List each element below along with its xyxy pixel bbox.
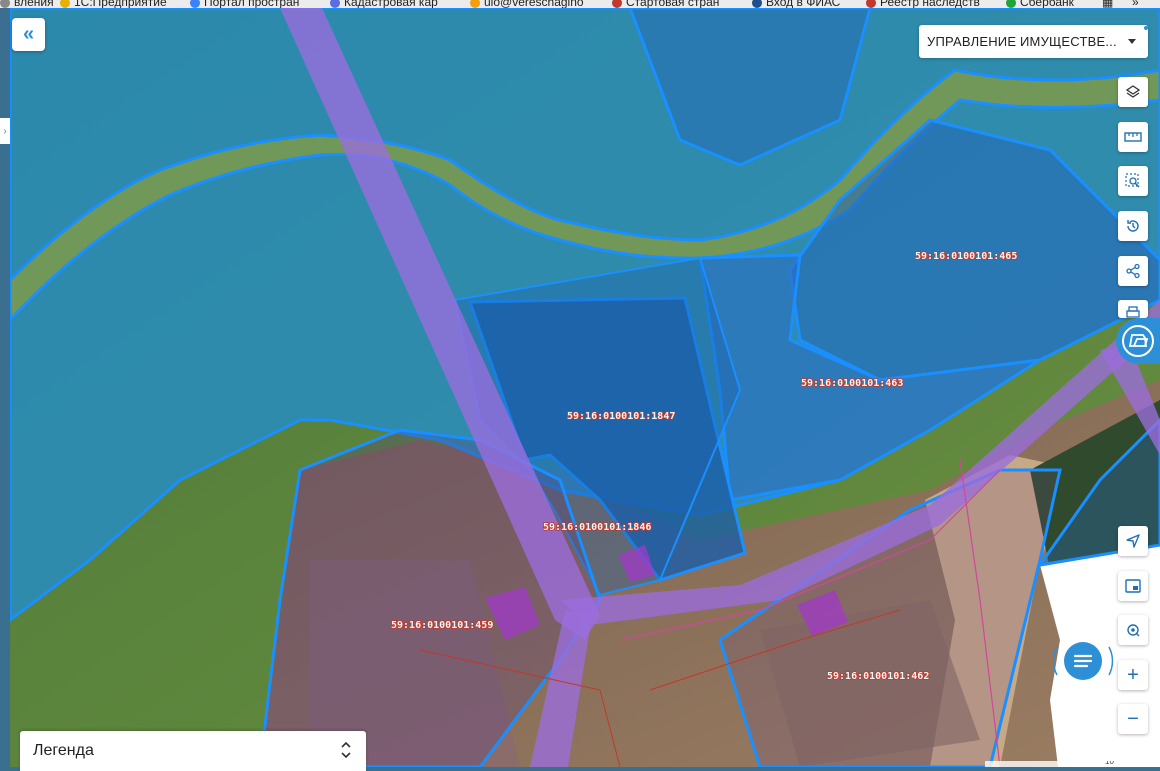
- document-logo-icon: [1122, 325, 1154, 357]
- bookmark-item[interactable]: ulo@vereschagino: [470, 0, 584, 8]
- locate-button[interactable]: [1118, 615, 1148, 645]
- bookmark-item[interactable]: 1С:Предприятие: [60, 0, 167, 8]
- parcel-label: 59:16:0100101:1847: [567, 411, 675, 422]
- organization-select[interactable]: УПРАВЛЕНИЕ ИМУЩЕСТВЕ...: [919, 25, 1148, 58]
- chat-button[interactable]: [1051, 629, 1115, 693]
- plus-icon: +: [1127, 663, 1139, 686]
- bookmark-icon: [190, 0, 200, 8]
- parcel-label: 59:16:0100101:462: [827, 671, 929, 682]
- documents-panel-button[interactable]: [1116, 318, 1160, 364]
- chevrons-left-icon: «: [22, 23, 35, 45]
- map-canvas[interactable]: 59:16:0100101:465 59:16:0100101:463 59:1…: [10, 8, 1160, 767]
- bookmark-item[interactable]: Сбербанк: [1006, 0, 1074, 8]
- parcel-label: 59:16:0100101:463: [801, 378, 903, 389]
- bookmark-item[interactable]: Вход в ФИАС: [752, 0, 840, 8]
- bookmark-item[interactable]: Стартовая стран: [612, 0, 719, 8]
- parcel-label: 59:16:0100101:1846: [543, 522, 651, 533]
- zoom-out-button[interactable]: −: [1118, 704, 1148, 734]
- map-svg: 59:16:0100101:465 59:16:0100101:463 59:1…: [10, 8, 1160, 767]
- chat-icon: [1052, 637, 1114, 685]
- bookmark-icon: [470, 0, 480, 8]
- history-button[interactable]: [1118, 211, 1148, 241]
- status-dot: [1144, 26, 1148, 30]
- bookmark-icon: [866, 0, 876, 8]
- ruler-button[interactable]: [1118, 122, 1148, 152]
- bookmark-item[interactable]: Реестр наследств: [866, 0, 980, 8]
- parcel-label: 59:16:0100101:465: [915, 251, 1017, 262]
- expand-collapse-icon[interactable]: [340, 740, 352, 760]
- bookmark-item[interactable]: Кадастровая кар: [330, 0, 438, 8]
- layers-button[interactable]: [1118, 77, 1148, 107]
- area-select-icon: [1125, 173, 1140, 188]
- more-bookmarks-icon[interactable]: »: [1132, 0, 1139, 8]
- bookmark-item[interactable]: вления: [0, 0, 54, 8]
- navigate-button[interactable]: [1118, 526, 1148, 556]
- bookmark-icon: [1006, 0, 1016, 8]
- bookmarks-bar: вления 1С:Предприятие Портал простран Ка…: [0, 0, 1160, 8]
- zoom-in-button[interactable]: +: [1118, 660, 1148, 690]
- navigation-arrow-icon: [1126, 534, 1140, 548]
- scale-bar: 10: [985, 761, 1160, 767]
- bookmark-folder-icon[interactable]: ▦: [1102, 0, 1113, 8]
- area-select-button[interactable]: [1118, 166, 1148, 196]
- chevron-right-icon: ›: [3, 125, 7, 137]
- locate-icon: [1127, 624, 1140, 637]
- bookmark-icon: [752, 0, 762, 8]
- share-button[interactable]: [1118, 256, 1148, 286]
- collapse-sidebar-button[interactable]: «: [12, 18, 45, 51]
- share-icon: [1126, 263, 1140, 279]
- print-button[interactable]: [1118, 300, 1148, 318]
- minimap-icon: [1125, 579, 1141, 593]
- history-icon: [1127, 220, 1139, 232]
- ruler-icon: [1124, 132, 1142, 142]
- bookmark-icon: [330, 0, 340, 8]
- print-icon: [1126, 306, 1140, 318]
- parcel-label: 59:16:0100101:459: [391, 620, 493, 631]
- bookmark-icon: [60, 0, 70, 8]
- organization-select-value: УПРАВЛЕНИЕ ИМУЩЕСТВЕ...: [927, 34, 1117, 49]
- minimap-button[interactable]: [1118, 571, 1148, 601]
- minus-icon: −: [1127, 707, 1139, 730]
- bookmark-icon: [0, 0, 10, 8]
- legend-panel[interactable]: Легенда: [20, 731, 366, 771]
- caret-down-icon: [1128, 39, 1136, 44]
- legend-title: Легенда: [33, 742, 94, 759]
- expand-panel-tab[interactable]: ›: [0, 118, 10, 144]
- bookmark-icon: [612, 0, 622, 8]
- layers-icon: [1125, 85, 1141, 98]
- scale-label: 10: [1105, 761, 1114, 766]
- bookmark-item[interactable]: Портал простран: [190, 0, 299, 8]
